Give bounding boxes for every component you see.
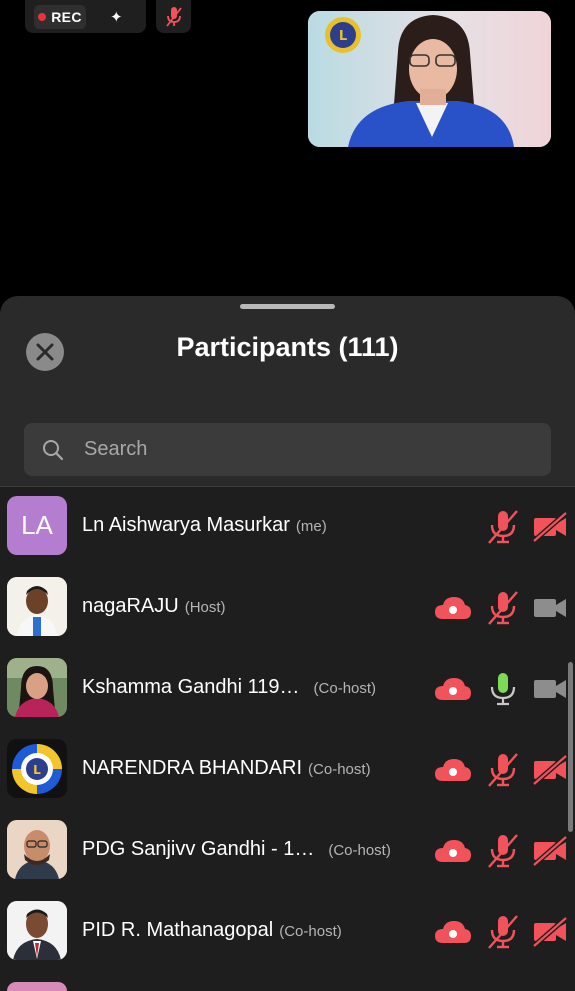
cloud-recording-icon	[435, 759, 471, 781]
participant-name: PDG Sanjivv Gandhi - 1…	[82, 838, 315, 860]
participant-name: PID R. Mathanagopal	[82, 919, 274, 941]
video-icon[interactable]	[532, 592, 568, 624]
avatar-photo	[7, 658, 67, 717]
recording-toolbar: REC ✦	[25, 0, 146, 33]
participant-role: (Co-host)	[279, 923, 342, 940]
video-off-icon[interactable]	[532, 916, 568, 948]
participant-role: (me)	[295, 518, 327, 535]
avatar	[7, 982, 67, 991]
participant-name: nagaRAJU	[82, 595, 179, 617]
search-input[interactable]	[82, 437, 486, 462]
speaker-video-frame: L	[308, 11, 551, 147]
avatar: LA	[7, 496, 67, 555]
participant-role: (Co-host)	[308, 761, 371, 778]
lions-logo-avatar: L	[7, 739, 67, 798]
participants-sheet: Participants (111) LA Ln Aishwarya Masur…	[0, 296, 575, 991]
avatar-photo	[7, 577, 67, 636]
video-icon[interactable]	[532, 673, 568, 705]
mic-muted-icon[interactable]	[486, 914, 520, 950]
avatar	[7, 577, 67, 636]
participant-name: Ln Aishwarya Masurkar	[82, 514, 290, 536]
avatar	[7, 658, 67, 717]
scrollbar[interactable]	[568, 662, 573, 832]
mic-on-icon[interactable]	[486, 671, 520, 707]
list-item[interactable]: nagaRAJU (Host)	[0, 568, 575, 649]
cloud-recording-icon	[435, 597, 471, 619]
avatar	[7, 901, 67, 960]
svg-text:L: L	[339, 29, 347, 44]
svg-text:L: L	[33, 763, 41, 777]
participant-list: LA Ln Aishwarya Masurkar (me) nagaRAJU (…	[0, 487, 575, 991]
participant-role: (Co-host)	[328, 842, 391, 859]
search-icon	[43, 439, 64, 460]
list-item[interactable]: PID R. Mathanagopal (Co-host)	[0, 892, 575, 973]
mic-muted-icon[interactable]	[486, 752, 520, 788]
drag-handle[interactable]	[240, 304, 335, 309]
video-off-icon[interactable]	[532, 835, 568, 867]
cloud-recording-icon	[435, 678, 471, 700]
cloud-recording-icon	[435, 840, 471, 862]
rec-label: REC	[51, 8, 82, 25]
page-title: Participants (111)	[176, 332, 399, 362]
avatar-photo	[7, 820, 67, 879]
mic-muted-icon[interactable]	[486, 509, 520, 545]
participant-name: Kshamma Gandhi 119…	[82, 676, 300, 698]
avatar: L	[7, 739, 67, 798]
ai-sparkle-icon[interactable]: ✦	[110, 8, 123, 26]
cloud-recording-icon	[435, 921, 471, 943]
list-item[interactable]: L NARENDRA BHANDARI (Co-host)	[0, 730, 575, 811]
mute-button[interactable]	[156, 0, 191, 33]
search-box[interactable]	[24, 423, 551, 476]
list-item[interactable]: PDG Sanjivv Gandhi - 1… (Co-host)	[0, 811, 575, 892]
list-item[interactable]: Kshamma Gandhi 119… (Co-host)	[0, 649, 575, 730]
rec-button[interactable]: REC	[34, 4, 86, 29]
video-off-icon[interactable]	[532, 511, 568, 543]
recording-dot-icon	[38, 12, 47, 21]
list-item[interactable]: LA Ln Aishwarya Masurkar (me)	[0, 487, 575, 568]
avatar-initials: LA	[21, 510, 53, 540]
mic-muted-icon[interactable]	[486, 590, 520, 626]
avatar	[7, 820, 67, 879]
mic-muted-icon[interactable]	[486, 833, 520, 869]
participant-role: (Co-host)	[313, 680, 377, 697]
video-off-icon[interactable]	[532, 754, 568, 786]
active-speaker-video[interactable]: L	[308, 11, 551, 147]
participant-name: NARENDRA BHANDARI	[82, 757, 303, 779]
avatar-photo	[7, 901, 67, 960]
mic-muted-icon	[165, 6, 182, 27]
participant-role: (Host)	[184, 599, 226, 616]
